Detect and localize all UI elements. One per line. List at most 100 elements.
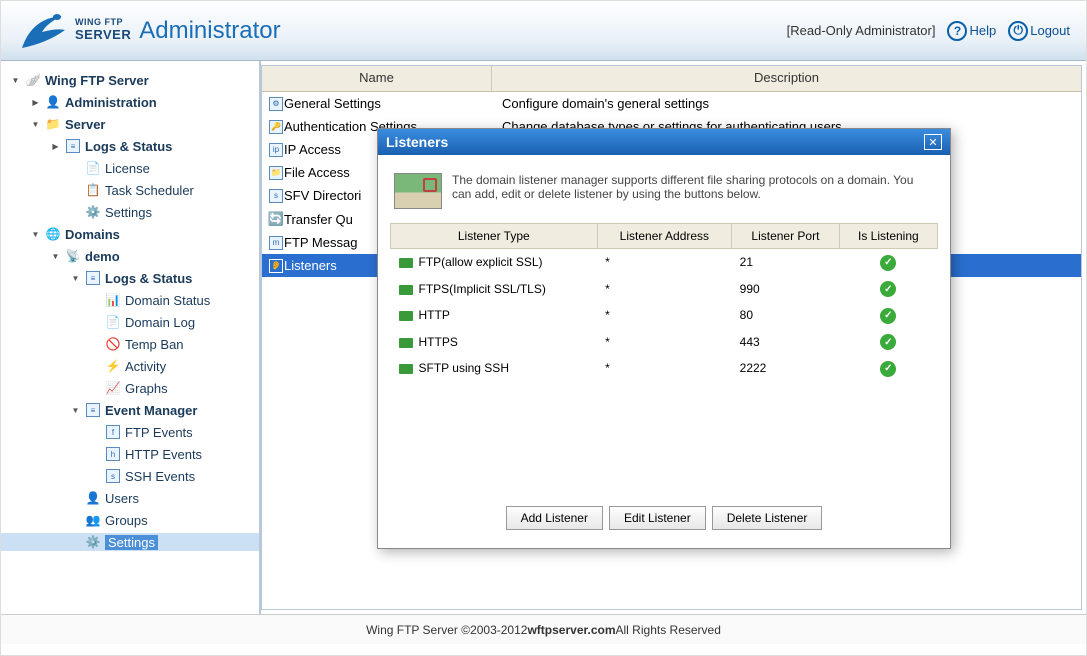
collapse-icon[interactable]: ▼ <box>71 274 80 283</box>
header: WING FTP SERVER Administrator [Read-Only… <box>1 1 1086 61</box>
tree-ftp-events[interactable]: fFTP Events <box>1 423 259 441</box>
status-icon: 📊 <box>105 292 121 308</box>
tree-logs-status-2[interactable]: ▼≡Logs & Status <box>1 269 259 287</box>
add-listener-button[interactable]: Add Listener <box>506 506 603 530</box>
sfv-icon: s <box>262 188 284 203</box>
dialog-title-text: Listeners <box>386 134 448 150</box>
dialog-description: The domain listener manager supports dif… <box>390 167 938 223</box>
tree-task-scheduler[interactable]: 📋Task Scheduler <box>1 181 259 199</box>
ftp-events-icon: f <box>105 424 121 440</box>
expand-icon[interactable]: ▶ <box>31 98 40 107</box>
tree-users[interactable]: 👤Users <box>1 489 259 507</box>
footer: Wing FTP Server ©2003-2012 wftpserver.co… <box>1 614 1086 644</box>
delete-listener-button[interactable]: Delete Listener <box>712 506 823 530</box>
collapse-icon[interactable]: ▼ <box>51 252 60 261</box>
tree-event-manager[interactable]: ▼≡Event Manager <box>1 401 259 419</box>
tree-graphs[interactable]: 📈Graphs <box>1 379 259 397</box>
groups-icon: 👥 <box>85 512 101 528</box>
file-icon: 📁 <box>262 165 284 180</box>
graphs-icon: 📈 <box>105 380 121 396</box>
tree-license[interactable]: 📄License <box>1 159 259 177</box>
collapse-icon[interactable]: ▼ <box>31 230 40 239</box>
event-icon: ≡ <box>85 402 101 418</box>
logs-icon: ≡ <box>85 270 101 286</box>
listener-row[interactable]: HTTP*80✓ <box>391 302 938 329</box>
ssh-events-icon: s <box>105 468 121 484</box>
auth-icon: 🔑 <box>262 119 284 134</box>
tree-activity[interactable]: ⚡Activity <box>1 357 259 375</box>
collapse-icon[interactable]: ▼ <box>11 76 20 85</box>
tree-administration[interactable]: ▶👤Administration <box>1 93 259 111</box>
settings-icon: ⚙️ <box>85 204 101 220</box>
network-card-icon <box>394 173 442 209</box>
server-icon: 🪽 <box>25 72 41 88</box>
tree-server[interactable]: ▼📁Server <box>1 115 259 133</box>
dialog-titlebar[interactable]: Listeners ✕ <box>378 129 950 155</box>
content-header: Name Description <box>262 66 1081 92</box>
help-icon: ? <box>947 21 967 41</box>
users-icon: 👤 <box>85 490 101 506</box>
tree-logs-status[interactable]: ▶≡Logs & Status <box>1 137 259 155</box>
logout-link[interactable]: ⏻ Logout <box>1008 21 1070 41</box>
content-panel: Name Description ⚙General SettingsConfig… <box>261 65 1082 610</box>
net-icon <box>399 285 413 295</box>
logout-icon: ⏻ <box>1008 21 1028 41</box>
listeners-dialog: Listeners ✕ The domain listener manager … <box>377 128 951 549</box>
http-events-icon: h <box>105 446 121 462</box>
collapse-icon[interactable]: ▼ <box>71 406 80 415</box>
page-title: Administrator <box>139 17 280 45</box>
sidebar: ▼🪽Wing FTP Server ▶👤Administration ▼📁Ser… <box>1 61 261 614</box>
help-link[interactable]: ? Help <box>947 21 996 41</box>
tree-demo[interactable]: ▼📡demo <box>1 247 259 265</box>
net-icon <box>399 311 413 321</box>
tree: ▼🪽Wing FTP Server ▶👤Administration ▼📁Ser… <box>1 69 259 553</box>
col-desc: Description <box>492 66 1081 91</box>
net-icon <box>399 338 413 348</box>
license-icon: 📄 <box>85 160 101 176</box>
logo-icon <box>17 8 67 53</box>
tree-domain-status[interactable]: 📊Domain Status <box>1 291 259 309</box>
tree-domains[interactable]: ▼🌐Domains <box>1 225 259 243</box>
check-icon: ✓ <box>880 308 896 324</box>
footer-domain: wftpserver.com <box>527 623 615 637</box>
edit-listener-button[interactable]: Edit Listener <box>609 506 706 530</box>
listener-row[interactable]: FTP(allow explicit SSL)*21✓ <box>391 249 938 276</box>
collapse-icon[interactable]: ▼ <box>31 120 40 129</box>
app-window: WING FTP SERVER Administrator [Read-Only… <box>0 0 1087 656</box>
tree-http-events[interactable]: hHTTP Events <box>1 445 259 463</box>
tree-settings[interactable]: ⚙️Settings <box>1 203 259 221</box>
close-icon[interactable]: ✕ <box>924 134 942 150</box>
col-listener-address: Listener Address <box>597 224 732 249</box>
tree-domain-log[interactable]: 📄Domain Log <box>1 313 259 331</box>
check-icon: ✓ <box>880 255 896 271</box>
domain-icon: 📡 <box>65 248 81 264</box>
dialog-buttons: Add Listener Edit Listener Delete Listen… <box>390 492 938 536</box>
tree-root[interactable]: ▼🪽Wing FTP Server <box>1 71 259 89</box>
tree-groups[interactable]: 👥Groups <box>1 511 259 529</box>
col-listener-type: Listener Type <box>391 224 598 249</box>
listener-row[interactable]: SFTP using SSH*2222✓ <box>391 355 938 382</box>
settings-icon: ⚙️ <box>85 534 101 550</box>
tree-temp-ban[interactable]: 🚫Temp Ban <box>1 335 259 353</box>
expand-icon[interactable]: ▶ <box>51 142 60 151</box>
dialog-body: The domain listener manager supports dif… <box>378 155 950 548</box>
header-right: [Read-Only Administrator] ? Help ⏻ Logou… <box>787 21 1070 41</box>
listener-row[interactable]: FTPS(Implicit SSL/TLS)*990✓ <box>391 276 938 303</box>
logo-text: WING FTP SERVER <box>75 18 131 42</box>
ban-icon: 🚫 <box>105 336 121 352</box>
listeners-icon: 👂 <box>262 258 284 273</box>
row-general-settings[interactable]: ⚙General SettingsConfigure domain's gene… <box>262 92 1081 115</box>
tree-settings-2[interactable]: ⚙️Settings <box>1 533 259 551</box>
log-icon: 📄 <box>105 314 121 330</box>
listener-table: Listener Type Listener Address Listener … <box>390 223 938 382</box>
net-icon <box>399 364 413 374</box>
tree-ssh-events[interactable]: sSSH Events <box>1 467 259 485</box>
message-icon: m <box>262 235 284 250</box>
settings-icon: ⚙ <box>262 96 284 111</box>
col-name: Name <box>262 66 492 91</box>
ip-icon: ip <box>262 142 284 157</box>
main: ▼🪽Wing FTP Server ▶👤Administration ▼📁Ser… <box>1 61 1086 614</box>
server-icon: 📁 <box>45 116 61 132</box>
listener-row[interactable]: HTTPS*443✓ <box>391 329 938 356</box>
check-icon: ✓ <box>880 361 896 377</box>
